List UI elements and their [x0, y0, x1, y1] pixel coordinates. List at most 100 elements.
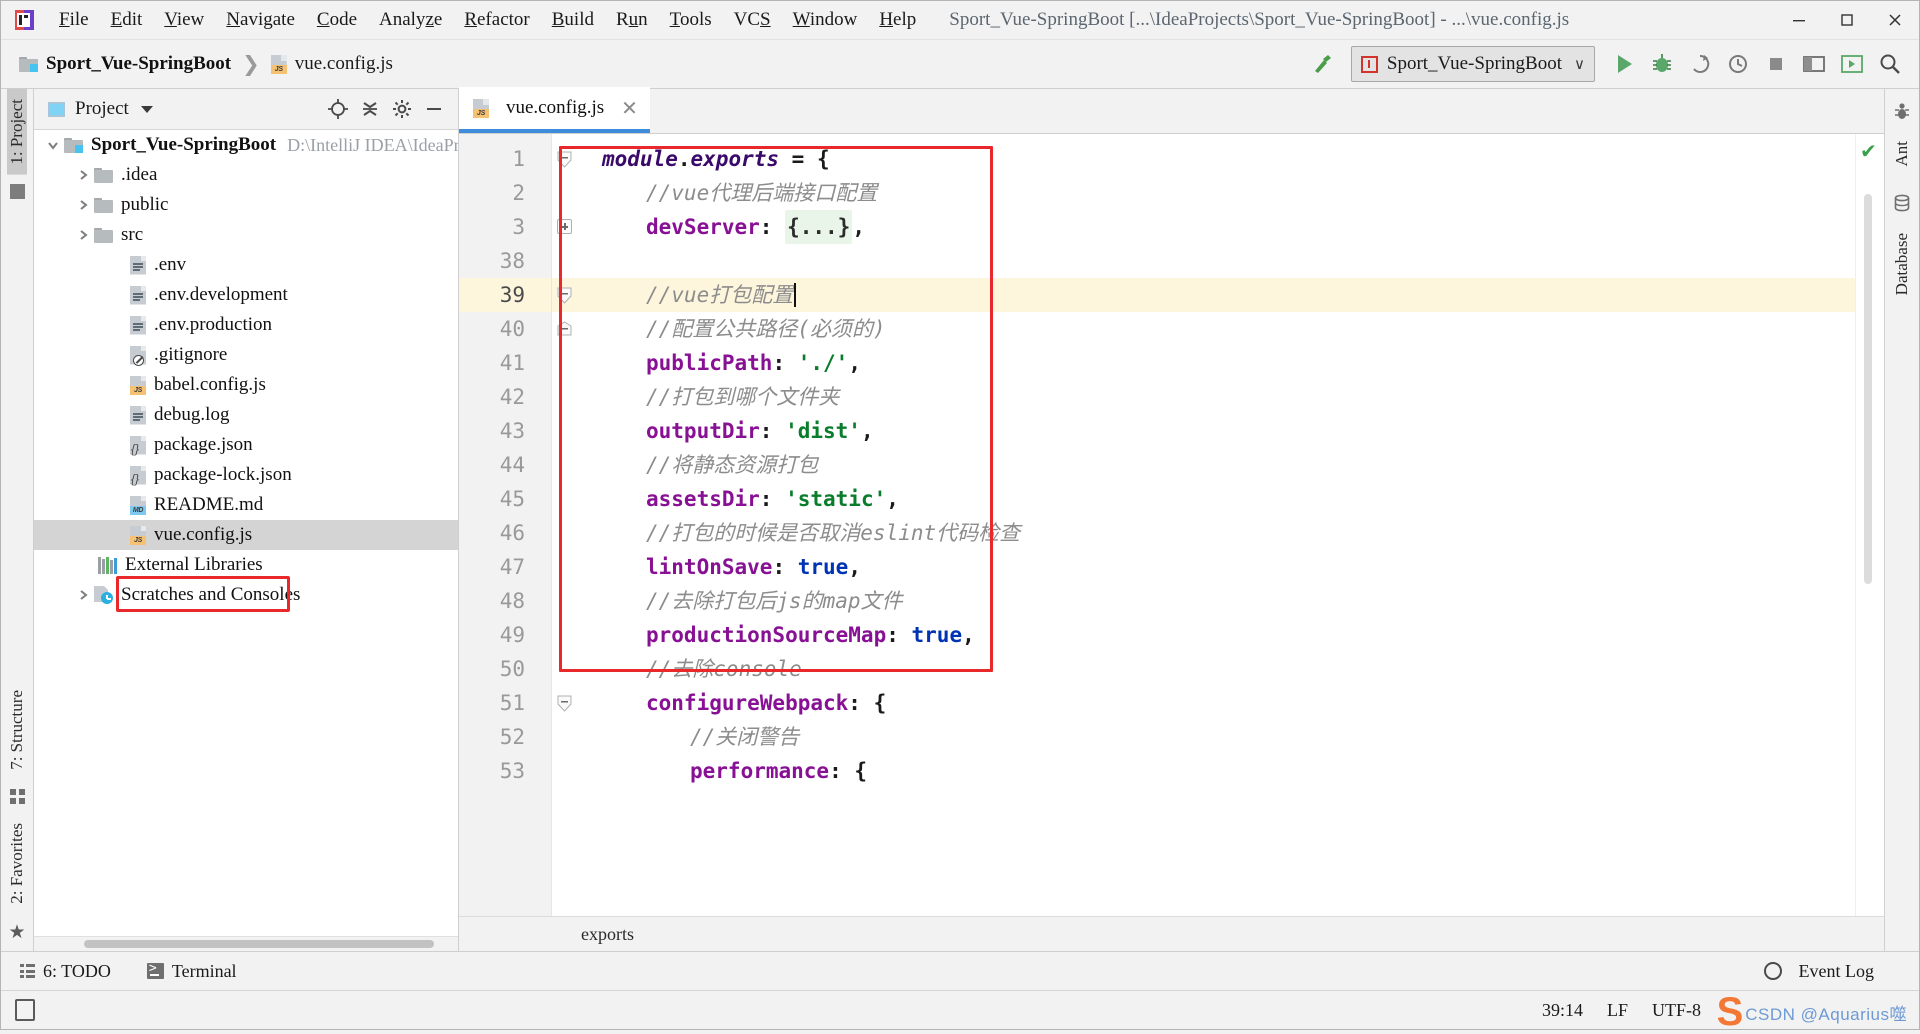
sidebar-item-ant[interactable]: Ant — [1892, 129, 1912, 179]
sidebar-item-database[interactable]: Database — [1892, 221, 1912, 307]
ant-build-icon[interactable] — [1886, 95, 1918, 127]
fold-collapse-icon[interactable] — [557, 695, 572, 712]
collapse-all-icon[interactable] — [354, 93, 386, 125]
tree-item-debug-log[interactable]: debug.log — [34, 400, 458, 430]
caret-position[interactable]: 39:14 — [1542, 1000, 1583, 1021]
line-separator[interactable]: LF — [1607, 1000, 1628, 1021]
tree-item-env-production[interactable]: .env.production — [34, 310, 458, 340]
code-line[interactable]: //vue打包配置 — [576, 278, 1855, 312]
menu-code[interactable]: Code — [306, 6, 368, 34]
menu-navigate[interactable]: Navigate — [215, 6, 306, 34]
bottom-item-todo[interactable]: 6: TODO — [15, 958, 116, 985]
chevron-right-icon[interactable] — [72, 168, 94, 182]
project-file-tree[interactable]: Sport_Vue-SpringBoot D:\IntelliJ IDEA\Id… — [34, 130, 458, 936]
stop-button[interactable] — [1757, 45, 1795, 83]
chevron-down-icon[interactable] — [140, 105, 153, 113]
scrollbar-thumb[interactable] — [84, 940, 434, 948]
update-project-button[interactable] — [1833, 45, 1871, 83]
code-line[interactable]: assetsDir: 'static', — [576, 482, 1855, 516]
profile-button[interactable] — [1719, 45, 1757, 83]
code-line[interactable]: //去除打包后js的map文件 — [576, 584, 1855, 618]
hide-panel-icon[interactable] — [418, 93, 450, 125]
code-line[interactable]: productionSourceMap: true, — [576, 618, 1855, 652]
fold-expand-icon[interactable] — [557, 219, 572, 234]
breadcrumb-exports[interactable]: exports — [581, 924, 634, 945]
build-hammer-icon[interactable] — [1303, 45, 1341, 83]
menu-analyze[interactable]: Analyze — [368, 6, 453, 34]
menu-view[interactable]: View — [153, 6, 215, 34]
code-line[interactable]: //关闭警告 — [576, 720, 1855, 754]
project-structure-button[interactable] — [1795, 45, 1833, 83]
project-files-icon[interactable] — [9, 183, 25, 199]
run-with-coverage-button[interactable] — [1681, 45, 1719, 83]
editor-scrollbar-markers[interactable]: ✔ — [1855, 134, 1884, 916]
code-editor[interactable]: 1 2 3 38 39 40 41 42 43 44 45 46 47 48 49 50 51 52 53 modu… — [459, 134, 1884, 916]
code-line[interactable]: lintOnSave: true, — [576, 550, 1855, 584]
code-line[interactable]: devServer: {...}, — [576, 210, 1855, 244]
tree-item-readme-md[interactable]: MD README.md — [34, 490, 458, 520]
tree-item-vue-config-js[interactable]: JS vue.config.js — [34, 520, 458, 550]
tree-item-idea[interactable]: .idea — [34, 160, 458, 190]
debug-button[interactable] — [1643, 45, 1681, 83]
file-encoding[interactable]: UTF-8 — [1652, 1000, 1701, 1021]
menu-edit[interactable]: Edit — [100, 6, 154, 34]
code-line[interactable]: //打包的时候是否取消eslint代码检查 — [576, 516, 1855, 550]
tab-vue-config-js[interactable]: JS vue.config.js ✕ — [459, 87, 650, 133]
breadcrumb-project[interactable]: Sport_Vue-SpringBoot — [15, 51, 235, 77]
menu-run[interactable]: Run — [605, 6, 659, 34]
breadcrumb-file[interactable]: JS vue.config.js — [267, 51, 397, 77]
tree-item-babel-config-js[interactable]: JS babel.config.js — [34, 370, 458, 400]
code-line[interactable]: //去除console — [576, 652, 1855, 686]
chevron-right-icon[interactable] — [72, 228, 94, 242]
project-horizontal-scrollbar[interactable] — [34, 936, 458, 951]
tree-item-env[interactable]: .env — [34, 250, 458, 280]
code-line[interactable]: outputDir: 'dist', — [576, 414, 1855, 448]
code-line[interactable]: module. exports = { — [576, 142, 1855, 176]
menu-refactor[interactable]: Refactor — [453, 6, 540, 34]
fold-region-end-icon[interactable] — [557, 321, 572, 336]
code-text-area[interactable]: module. exports = {//vue代理后端接口配置 devServer… — [576, 134, 1855, 916]
scroll-from-source-icon[interactable] — [322, 93, 354, 125]
tree-item-external-libraries[interactable]: External Libraries — [34, 550, 458, 580]
tree-item-public[interactable]: public — [34, 190, 458, 220]
tree-item-src[interactable]: src — [34, 220, 458, 250]
code-line[interactable]: //打包到哪个文件夹 — [576, 380, 1855, 414]
settings-gear-icon[interactable] — [386, 93, 418, 125]
star-icon[interactable]: ★ — [8, 923, 25, 942]
run-configuration-selector[interactable]: Sport_Vue-SpringBoot ∨ — [1350, 46, 1595, 82]
menu-build[interactable]: Build — [541, 6, 605, 34]
tree-item-sport-vue-springboot[interactable]: Sport_Vue-SpringBoot D:\IntelliJ IDEA\Id… — [34, 130, 458, 160]
tree-item-env-development[interactable]: .env.development — [34, 280, 458, 310]
sidebar-item-project[interactable]: 1: Project — [7, 89, 27, 175]
code-line[interactable]: //将静态资源打包 — [576, 448, 1855, 482]
menu-file[interactable]: File — [48, 6, 100, 34]
sidebar-item-favorites[interactable]: 2: Favorites — [7, 813, 27, 914]
inspection-ok-icon[interactable]: ✔ — [1860, 142, 1877, 162]
chevron-right-icon[interactable] — [72, 198, 94, 212]
structure-grid-icon[interactable] — [9, 789, 25, 805]
scrollbar-thumb[interactable] — [1864, 194, 1872, 584]
menu-vcs[interactable]: VCS — [723, 6, 782, 34]
search-everywhere-icon[interactable] — [1871, 45, 1909, 83]
chevron-down-icon[interactable] — [42, 138, 64, 152]
code-folding-gutter[interactable] — [551, 134, 576, 916]
tree-item-scratches-and-consoles[interactable]: Scratches and Consoles — [34, 580, 458, 610]
code-line[interactable]: //vue代理后端接口配置 — [576, 176, 1855, 210]
sidebar-item-structure[interactable]: 7: Structure — [7, 680, 27, 780]
fold-arrow-down-icon[interactable] — [557, 151, 572, 168]
maximize-button[interactable] — [1823, 1, 1871, 39]
code-line[interactable]: //配置公共路径(必须的) — [576, 312, 1855, 346]
run-button[interactable] — [1605, 45, 1643, 83]
code-line[interactable]: publicPath: './', — [576, 346, 1855, 380]
database-icon[interactable] — [1886, 187, 1918, 219]
menu-tools[interactable]: Tools — [659, 6, 723, 34]
tree-item-package-lock-json[interactable]: {} package-lock.json — [34, 460, 458, 490]
menu-help[interactable]: Help — [868, 6, 927, 34]
bottom-item-event-log[interactable]: Event Log — [1759, 958, 1879, 985]
menu-window[interactable]: Window — [782, 6, 869, 34]
code-line[interactable]: configureWebpack: { — [576, 686, 1855, 720]
fold-arrow-down-icon[interactable] — [557, 287, 572, 304]
chevron-right-icon[interactable] — [72, 588, 94, 602]
tree-item-gitignore[interactable]: .gitignore — [34, 340, 458, 370]
toggle-tool-windows-icon[interactable] — [15, 999, 35, 1021]
